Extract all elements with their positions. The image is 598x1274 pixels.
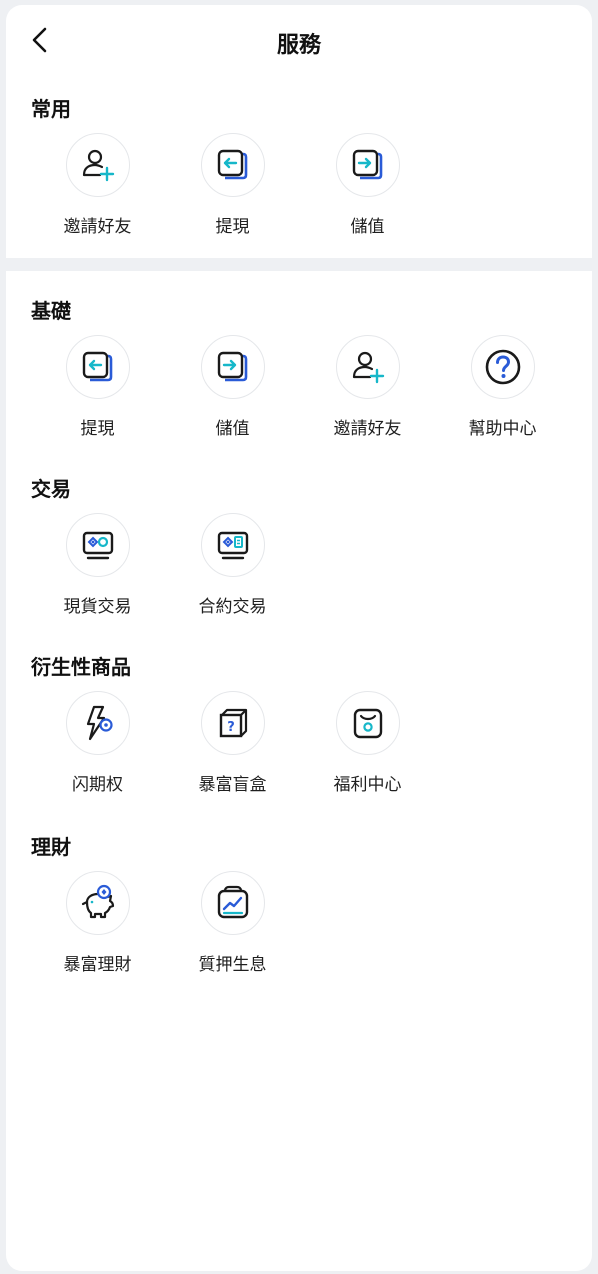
- help-icon: [485, 349, 520, 385]
- service-label: 儲值: [350, 217, 385, 237]
- section-title: 衍生性商品: [31, 655, 131, 679]
- section-finance: 理財 暴富理財 質押生息: [6, 833, 592, 975]
- piggy-bank-icon: [81, 884, 114, 919]
- top-bar: 服務: [6, 5, 592, 77]
- icon-circle: [65, 871, 130, 935]
- service-wealth-management[interactable]: 暴富理財: [30, 871, 165, 975]
- service-help-center[interactable]: 幫助中心: [435, 335, 570, 439]
- service-grid: 邀請好友 提現 儲值: [30, 133, 592, 237]
- welfare-bag-icon: [353, 708, 382, 739]
- service-label: 合約交易: [198, 597, 267, 617]
- icon-circle: [200, 133, 265, 197]
- service-label: 提現: [80, 419, 115, 439]
- service-invite-friends[interactable]: 邀請好友: [30, 133, 165, 237]
- flash-option-icon: [86, 705, 113, 741]
- svg-text:?: ?: [227, 720, 235, 735]
- service-withdraw[interactable]: 提現: [30, 335, 165, 439]
- deposit-icon: [217, 351, 247, 382]
- service-label: 闪期权: [72, 775, 123, 795]
- service-grid: 現貨交易 合約交易: [30, 513, 592, 617]
- service-grid: 暴富理財 質押生息: [30, 871, 592, 975]
- section-derivatives: 衍生性商品 闪期权 ? 暴富盲盒 福利中心: [6, 653, 592, 795]
- service-welfare-center[interactable]: 福利中心: [300, 691, 435, 795]
- add-user-icon: [352, 351, 384, 384]
- staking-chart-icon: [217, 885, 248, 919]
- section-common: 常用 邀請好友 提現 儲值: [6, 95, 592, 237]
- service-deposit[interactable]: 儲值: [300, 133, 435, 237]
- service-label: 幫助中心: [468, 419, 537, 439]
- service-flash-option[interactable]: 闪期权: [30, 691, 165, 795]
- withdraw-icon: [217, 149, 247, 180]
- icon-circle: [200, 871, 265, 935]
- section-trade: 交易 現貨交易 合約交易: [6, 475, 592, 617]
- mystery-box-icon: ?: [219, 708, 247, 738]
- icon-circle: [335, 335, 400, 399]
- icon-circle: [65, 335, 130, 399]
- service-label: 質押生息: [198, 955, 267, 975]
- icon-circle: [65, 513, 130, 577]
- icon-circle: [335, 691, 400, 755]
- deposit-icon: [352, 149, 382, 180]
- service-label: 暴富理財: [63, 955, 132, 975]
- section-title: 常用: [31, 97, 71, 121]
- page-title: 服務: [276, 33, 321, 58]
- service-contract-trade[interactable]: 合約交易: [165, 513, 300, 617]
- section-divider: [6, 258, 592, 271]
- service-label: 福利中心: [333, 775, 402, 795]
- section-title: 基礎: [31, 299, 71, 323]
- section-title: 理財: [31, 835, 71, 859]
- add-user-icon: [82, 149, 114, 182]
- icon-circle: [65, 133, 130, 197]
- service-grid: 闪期权 ? 暴富盲盒 福利中心: [30, 691, 592, 795]
- service-label: 提現: [215, 217, 250, 237]
- icon-circle: [470, 335, 535, 399]
- service-label: 邀請好友: [63, 217, 132, 237]
- services-page: 服務 常用 邀請好友 提現 儲值 基礎 提現 儲值 邀請好友 幫助中心 交易 現…: [6, 5, 592, 1271]
- service-mystery-box[interactable]: ? 暴富盲盒: [165, 691, 300, 795]
- service-deposit[interactable]: 儲值: [165, 335, 300, 439]
- service-grid: 提現 儲值 邀請好友 幫助中心: [30, 335, 592, 439]
- service-label: 暴富盲盒: [198, 775, 267, 795]
- icon-circle: ?: [200, 691, 265, 755]
- service-label: 邀請好友: [333, 419, 402, 439]
- contract-trade-icon: [217, 531, 248, 560]
- withdraw-icon: [82, 351, 112, 382]
- icon-circle: [65, 691, 130, 755]
- section-title: 交易: [31, 477, 71, 501]
- section-basic: 基礎 提現 儲值 邀請好友 幫助中心: [6, 297, 592, 439]
- icon-circle: [200, 335, 265, 399]
- service-label: 現貨交易: [63, 597, 132, 617]
- service-invite-friends[interactable]: 邀請好友: [300, 335, 435, 439]
- icon-circle: [200, 513, 265, 577]
- service-spot-trade[interactable]: 現貨交易: [30, 513, 165, 617]
- spot-trade-icon: [82, 531, 113, 560]
- service-withdraw[interactable]: 提現: [165, 133, 300, 237]
- service-label: 儲值: [215, 419, 250, 439]
- icon-circle: [335, 133, 400, 197]
- service-staking[interactable]: 質押生息: [165, 871, 300, 975]
